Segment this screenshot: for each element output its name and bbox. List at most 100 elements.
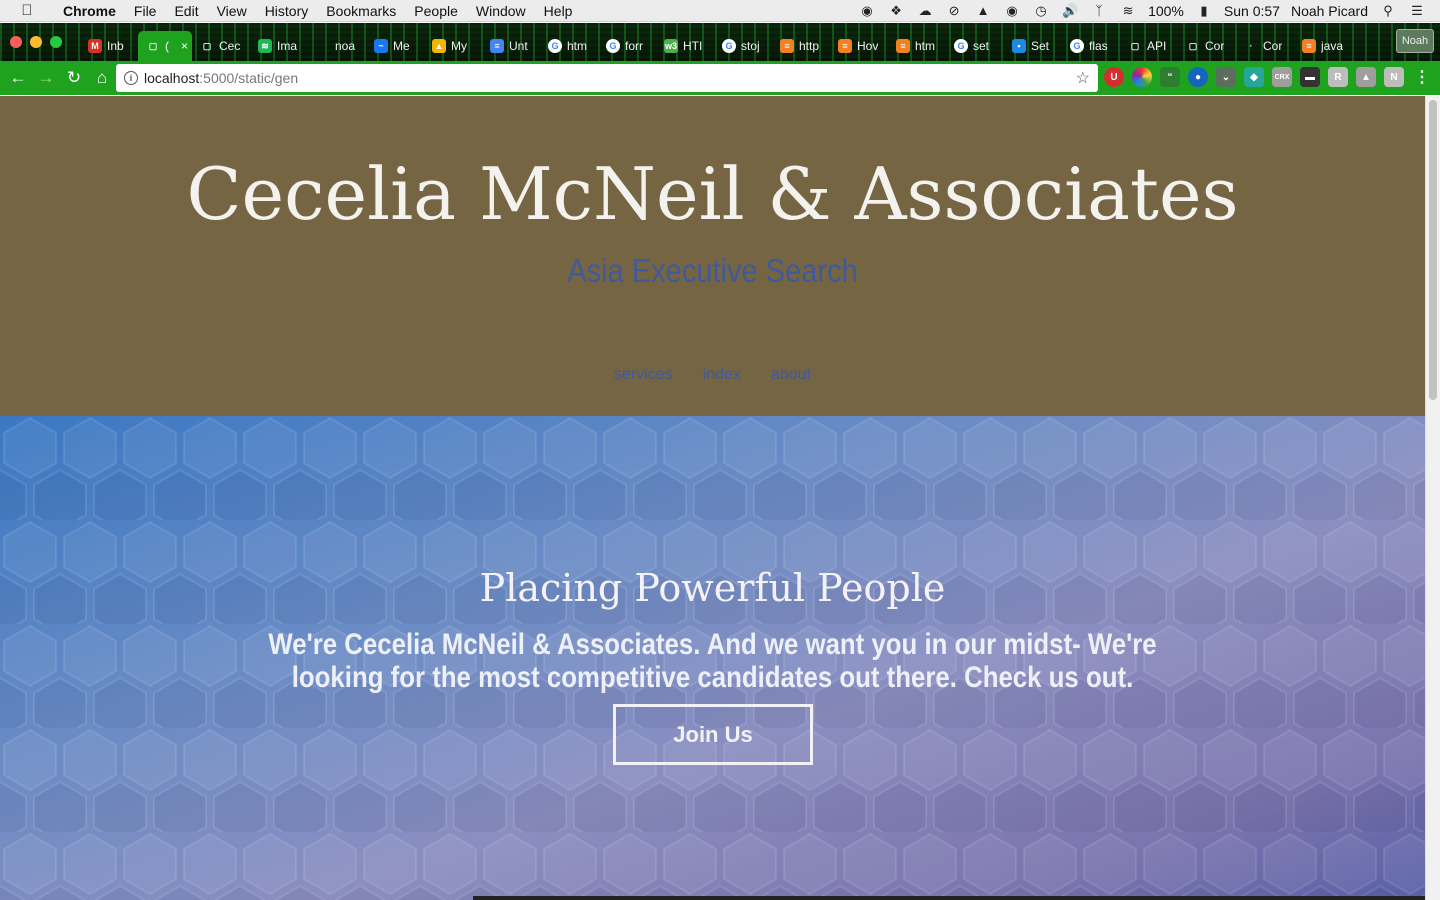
menu-history[interactable]: History: [256, 3, 318, 19]
join-us-button[interactable]: Join Us: [613, 704, 813, 765]
r-extension-icon[interactable]: R: [1328, 67, 1348, 87]
ublock-icon[interactable]: U: [1104, 67, 1124, 87]
bluetooth-icon[interactable]: ᛉ: [1090, 3, 1108, 19]
browser-tab[interactable]: · Cor: [1236, 31, 1294, 61]
crx-extension-icon[interactable]: CRX: [1272, 67, 1292, 87]
profile-button[interactable]: Noah: [1396, 29, 1434, 53]
docs-icon: ≡: [490, 39, 504, 53]
tab-title: (: [165, 39, 169, 53]
n-extension-icon[interactable]: N: [1384, 67, 1404, 87]
terminal-extension-icon[interactable]: ▬: [1300, 67, 1320, 87]
bookmark-star-icon[interactable]: ☆: [1076, 68, 1090, 88]
menu-edit[interactable]: Edit: [165, 3, 207, 19]
circle-slash-icon[interactable]: ⊘: [945, 3, 963, 19]
menu-app-chrome[interactable]: Chrome: [54, 3, 125, 19]
zoom-window-button[interactable]: [50, 36, 62, 48]
browser-tab[interactable]: ≡ htm: [888, 31, 946, 61]
browser-tab[interactable]: ▪ Set: [1004, 31, 1062, 61]
notification-center-icon[interactable]: ☰: [1408, 3, 1426, 19]
google-icon: G: [722, 39, 736, 53]
close-window-button[interactable]: [10, 36, 22, 48]
address-bar[interactable]: i localhost:5000/static/gen ☆: [116, 64, 1098, 92]
messenger-icon: ~: [374, 39, 388, 53]
creative-cloud-icon[interactable]: ◉: [1003, 3, 1021, 19]
browser-tab[interactable]: ~ Me: [366, 31, 424, 61]
tab-title: htm: [915, 39, 936, 53]
pocket-icon[interactable]: ⌄: [1216, 67, 1236, 87]
browser-tab[interactable]: ▢ (×: [138, 31, 192, 61]
menu-help[interactable]: Help: [535, 3, 582, 19]
menu-view[interactable]: View: [208, 3, 256, 19]
battery-icon[interactable]: ▮: [1195, 3, 1213, 19]
page-icon: ▢: [202, 40, 212, 51]
menu-bookmarks[interactable]: Bookmarks: [317, 3, 405, 19]
menubar-user[interactable]: Noah Picard: [1291, 3, 1368, 19]
close-tab-icon[interactable]: ×: [181, 39, 188, 53]
alien-icon[interactable]: ◉: [858, 3, 876, 19]
dropbox-icon[interactable]: ❖: [887, 3, 905, 19]
browser-tab[interactable]: Gset: [946, 31, 1004, 61]
tab-title: Me: [393, 39, 410, 53]
browser-tab[interactable]: ▢ Cec: [192, 31, 250, 61]
section-heading: Placing Powerful People: [479, 566, 946, 610]
apple-menu-icon[interactable]: : [0, 2, 54, 19]
drive-extension-icon[interactable]: ▲: [1356, 67, 1376, 87]
browser-tab[interactable]: ≡ Hov: [830, 31, 888, 61]
browser-tab[interactable]: ▢ Cor: [1178, 31, 1236, 61]
forward-arrow-icon[interactable]: →: [32, 64, 60, 92]
spotlight-search-icon[interactable]: ⚲: [1379, 3, 1397, 19]
wifi-icon[interactable]: ≋: [1119, 3, 1137, 19]
spotify-icon: ≋: [258, 39, 272, 53]
scrollbar-thumb[interactable]: [1429, 100, 1437, 400]
tab-title: http: [799, 39, 820, 53]
nav-link-about[interactable]: about: [771, 366, 811, 384]
volume-icon[interactable]: 🔊: [1061, 3, 1079, 19]
browser-tab[interactable]: Gflas: [1062, 31, 1120, 61]
chrome-menu-icon[interactable]: ⋮: [1412, 67, 1432, 87]
tab-title: Cor: [1263, 39, 1283, 53]
menu-people[interactable]: People: [405, 3, 467, 19]
cloud-icon[interactable]: ☁: [916, 3, 934, 19]
window-controls: [10, 36, 62, 48]
circle-extension-icon[interactable]: ●: [1188, 67, 1208, 87]
drive-status-icon[interactable]: ▲: [974, 3, 992, 19]
site-title: Cecelia McNeil & Associates: [186, 152, 1239, 236]
page-scrollbar[interactable]: [1425, 96, 1440, 900]
tab-title: Inb: [107, 39, 124, 53]
menubar-clock[interactable]: Sun 0:57: [1224, 3, 1280, 19]
home-icon[interactable]: ⌂: [88, 64, 116, 92]
browser-tab[interactable]: ▲ My: [424, 31, 482, 61]
browser-tab[interactable]: ▢ API: [1120, 31, 1178, 61]
tab-title: Unt: [509, 39, 528, 53]
browser-tab[interactable]: Ghtm: [540, 31, 598, 61]
nav-link-index[interactable]: index: [703, 366, 741, 384]
stackoverflow-icon: ≡: [780, 39, 794, 53]
tab-title: flas: [1089, 39, 1108, 53]
browser-tab[interactable]: M Inb: [80, 31, 138, 61]
site-subtitle: Asia Executive Search: [567, 252, 858, 289]
browser-tab[interactable]: ≡ Unt: [482, 31, 540, 61]
back-arrow-icon[interactable]: ←: [4, 64, 32, 92]
browser-tab[interactable]: ≋ Ima: [250, 31, 308, 61]
site-info-icon[interactable]: i: [124, 71, 138, 85]
color-picker-icon[interactable]: [1132, 67, 1152, 87]
time-machine-icon[interactable]: ◷: [1032, 3, 1050, 19]
browser-tab[interactable]: Gstoj: [714, 31, 772, 61]
gmail-icon: M: [88, 39, 102, 53]
browser-tab[interactable]: noa: [308, 31, 366, 61]
browser-tab[interactable]: w3 HTI: [656, 31, 714, 61]
nav-link-services[interactable]: services: [614, 366, 673, 384]
browser-tab[interactable]: ≡ java: [1294, 31, 1352, 61]
reload-icon[interactable]: ↻: [60, 64, 88, 92]
minimize-window-button[interactable]: [30, 36, 42, 48]
menu-window[interactable]: Window: [467, 3, 535, 19]
drive-icon: ▲: [432, 39, 446, 53]
menu-file[interactable]: File: [125, 3, 166, 19]
page-icon: ▢: [1188, 40, 1198, 51]
menubar-status-area: ◉ ❖ ☁ ⊘ ▲ ◉ ◷ 🔊 ᛉ ≋ 100% ▮ Sun 0:57 Noah…: [858, 3, 1440, 19]
diamond-extension-icon[interactable]: ◆: [1244, 67, 1264, 87]
browser-tab[interactable]: Gforr: [598, 31, 656, 61]
browser-tab[interactable]: ≡ http: [772, 31, 830, 61]
quote-extension-icon[interactable]: “: [1160, 67, 1180, 87]
section-body-text: We're Cecelia McNeil & Associates. And w…: [268, 628, 1157, 694]
